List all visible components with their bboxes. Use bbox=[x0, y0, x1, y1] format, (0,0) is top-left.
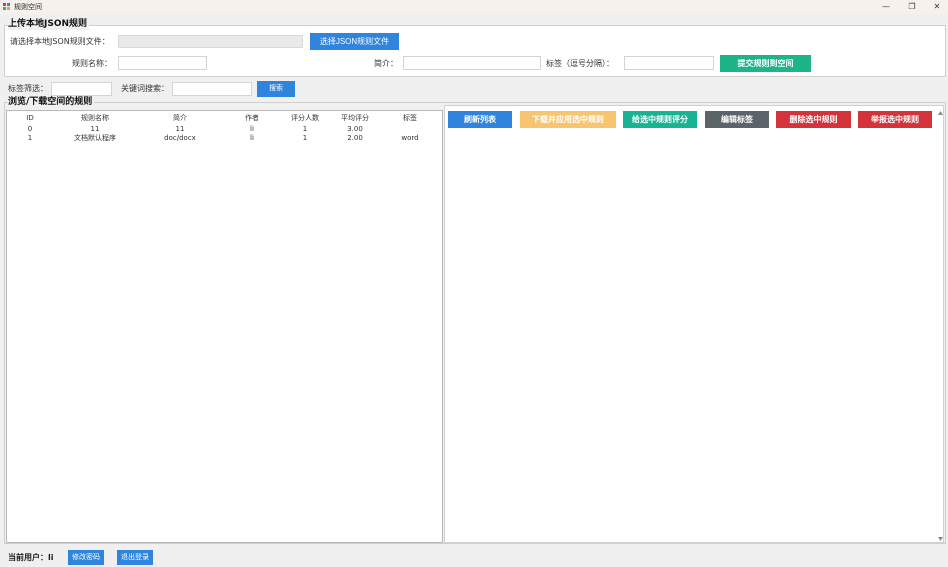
tag-filter-label: 标签筛选： bbox=[8, 84, 48, 93]
description-label: 简介： bbox=[374, 59, 398, 68]
search-button[interactable]: 搜索 bbox=[257, 81, 295, 97]
upload-group-title: 上传本地JSON规则 bbox=[8, 19, 90, 30]
file-label: 请选择本地JSON规则文件： bbox=[10, 37, 110, 46]
actions-pane bbox=[444, 105, 944, 543]
rule-name-field[interactable] bbox=[118, 56, 207, 70]
table-row[interactable]: 1 文档默认程序 doc/docx li 1 2.00 word bbox=[7, 134, 442, 143]
keyword-label: 关键词搜索： bbox=[121, 84, 169, 93]
logout-button[interactable]: 退出登录 bbox=[117, 550, 153, 565]
app-logo-icon bbox=[3, 3, 10, 10]
scroll-up-arrow-icon[interactable] bbox=[937, 110, 944, 116]
report-rule-button[interactable]: 举报选中规则 bbox=[858, 111, 932, 128]
title-bar: 规则空间 — ❐ ✕ bbox=[0, 0, 948, 14]
edit-tags-button[interactable]: 编辑标签 bbox=[705, 111, 769, 128]
file-path-field[interactable] bbox=[118, 35, 303, 48]
cell-id: 1 bbox=[27, 134, 33, 142]
column-header-tags[interactable]: 标签 bbox=[397, 114, 423, 122]
current-user-label: 当前用户：li bbox=[8, 553, 54, 562]
column-header-description[interactable]: 简介 bbox=[157, 114, 203, 122]
cell-avg-rating: 2.00 bbox=[347, 134, 363, 142]
submit-rule-button[interactable]: 提交规则到空间 bbox=[720, 55, 811, 72]
delete-rule-button[interactable]: 删除选中规则 bbox=[776, 111, 851, 128]
tag-filter-field[interactable] bbox=[51, 82, 112, 96]
cell-description: doc/docx bbox=[164, 134, 196, 142]
column-header-avg-rating[interactable]: 平均评分 bbox=[335, 114, 375, 122]
tags-field[interactable] bbox=[624, 56, 714, 70]
choose-json-file-button[interactable]: 选择JSON规则文件 bbox=[310, 33, 399, 50]
cell-id: 0 bbox=[27, 125, 33, 133]
maximize-icon[interactable]: ❐ bbox=[902, 0, 922, 14]
column-header-name[interactable]: 规则名称 bbox=[67, 114, 123, 122]
download-apply-rule-button[interactable]: 下载并应用选中规则 bbox=[520, 111, 616, 128]
keyword-search-field[interactable] bbox=[172, 82, 252, 96]
tags-label: 标签（逗号分隔）： bbox=[546, 59, 614, 68]
rule-name-label: 规则名称： bbox=[72, 59, 112, 68]
rate-rule-button[interactable]: 给选中规则评分 bbox=[623, 111, 697, 128]
cell-name: 11 bbox=[90, 125, 100, 133]
window-title: 规则空间 bbox=[14, 3, 42, 11]
cell-rating-count: 1 bbox=[302, 134, 308, 142]
cell-author: li bbox=[250, 134, 254, 142]
column-header-rating-count[interactable]: 评分人数 bbox=[285, 114, 325, 122]
cell-author: li bbox=[250, 125, 254, 133]
cell-rating-count: 1 bbox=[302, 125, 308, 133]
cell-tags: word bbox=[401, 134, 419, 142]
minimize-icon[interactable]: — bbox=[876, 0, 896, 14]
cell-avg-rating: 3.00 bbox=[347, 125, 363, 133]
rules-table[interactable]: ID 规则名称 简介 作者 评分人数 平均评分 标签 0 11 11 li 1 … bbox=[6, 110, 443, 543]
column-header-id[interactable]: ID bbox=[20, 114, 40, 122]
change-password-button[interactable]: 修改密码 bbox=[68, 550, 104, 565]
scroll-down-arrow-icon[interactable] bbox=[937, 536, 944, 542]
table-row[interactable]: 0 11 11 li 1 3.00 bbox=[7, 125, 442, 134]
cell-name: 文档默认程序 bbox=[74, 134, 116, 142]
refresh-list-button[interactable]: 刷新列表 bbox=[448, 111, 512, 128]
column-header-author[interactable]: 作者 bbox=[239, 114, 265, 122]
cell-description: 11 bbox=[175, 125, 185, 133]
browse-group-title: 浏览/下载空间的规则 bbox=[8, 97, 95, 108]
description-field[interactable] bbox=[403, 56, 541, 70]
close-icon[interactable]: ✕ bbox=[927, 0, 947, 14]
